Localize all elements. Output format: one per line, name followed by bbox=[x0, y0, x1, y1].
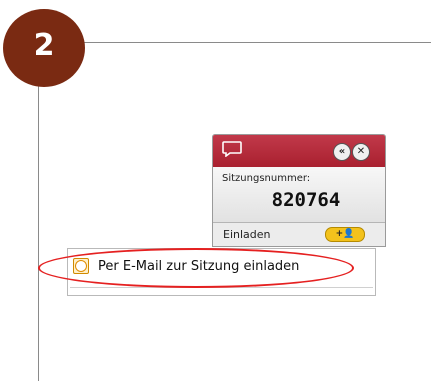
session-number-value: 820764 bbox=[271, 189, 341, 211]
chat-bubble-icon bbox=[222, 141, 242, 157]
frame-left-line bbox=[38, 42, 39, 381]
frame-top-line bbox=[38, 42, 431, 43]
invite-label: Einladen bbox=[223, 228, 271, 241]
collapse-button[interactable]: « bbox=[333, 143, 351, 161]
session-section: Sitzungsnummer: 820764 bbox=[213, 167, 385, 223]
invite-section: Einladen +👤 bbox=[213, 223, 385, 246]
session-panel: « ✕ Sitzungsnummer: 820764 Einladen +👤 bbox=[212, 134, 386, 247]
step-number-badge: 2 bbox=[3, 9, 85, 87]
close-button[interactable]: ✕ bbox=[352, 143, 370, 161]
invite-button[interactable]: +👤 bbox=[325, 227, 365, 242]
session-number-label: Sitzungsnummer: bbox=[222, 173, 311, 184]
highlight-ellipse bbox=[38, 248, 354, 288]
panel-header: « ✕ bbox=[213, 135, 385, 167]
